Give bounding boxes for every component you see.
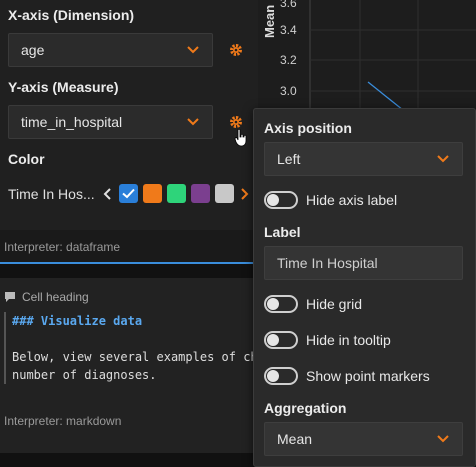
chevron-left-icon[interactable] (103, 187, 113, 201)
color-series-name: Time In Hos... (8, 185, 95, 202)
color-label: Color (8, 151, 45, 167)
hide-tooltip-row: Hide in tooltip (264, 331, 391, 349)
swatch[interactable] (191, 184, 210, 203)
chevron-down-icon (187, 46, 199, 54)
series-line (367, 81, 404, 111)
color-picker-row: Time In Hos... (8, 184, 249, 203)
code-line: number of diagnoses. (12, 368, 157, 382)
x-axis-gear-icon[interactable] (229, 43, 243, 57)
axis-position-value: Left (277, 151, 301, 167)
check-icon (122, 188, 135, 199)
markdown-editor[interactable]: ### Visualize data Below, view several e… (4, 312, 258, 384)
swatch-selected[interactable] (119, 184, 138, 203)
pointer-cursor-icon (234, 129, 247, 147)
hide-grid-row: Hide grid (264, 295, 362, 313)
chart-y-label: Mean (262, 4, 277, 38)
x-axis-label: X-axis (Dimension) (8, 7, 135, 23)
hide-axis-label-toggle[interactable] (264, 191, 298, 209)
code-heading: ### Visualize data (12, 314, 143, 328)
axis-position-label: Axis position (264, 120, 352, 136)
y-axis-value: time_in_hospital (21, 114, 123, 130)
swatch[interactable] (167, 184, 186, 203)
hide-axis-label-text: Hide axis label (306, 192, 398, 208)
interpreter-markdown: Interpreter: markdown (4, 414, 122, 428)
hide-grid-text: Hide grid (306, 296, 363, 312)
y-axis-gear-icon[interactable] (229, 115, 243, 129)
chevron-right-icon[interactable] (239, 187, 249, 201)
y-axis-label: Y-axis (Measure) (8, 79, 119, 95)
y-tick: 3.0 (280, 84, 297, 98)
label-input-value: Time In Hospital (277, 255, 378, 271)
y-axis-select[interactable]: time_in_hospital (8, 105, 213, 139)
hide-tooltip-toggle[interactable] (264, 331, 298, 349)
hide-tooltip-text: Hide in tooltip (306, 332, 391, 348)
axis-position-select[interactable]: Left (264, 142, 463, 176)
show-markers-text: Show point markers (306, 368, 430, 384)
x-axis-select[interactable]: age (8, 33, 213, 67)
cell-heading-row: Cell heading (4, 290, 89, 304)
show-markers-toggle[interactable] (264, 367, 298, 385)
y-tick: 3.4 (280, 23, 297, 37)
code-line: Below, view several examples of ch (12, 350, 258, 364)
y-tick: 3.2 (280, 53, 297, 67)
aggregation-label: Aggregation (264, 400, 347, 416)
label-label: Label (264, 224, 301, 240)
aggregation-select[interactable]: Mean (264, 422, 463, 456)
hide-grid-toggle[interactable] (264, 295, 298, 313)
swatch[interactable] (143, 184, 162, 203)
chevron-down-icon (187, 118, 199, 126)
y-tick: 3.6 (280, 0, 297, 10)
chevron-down-icon (437, 155, 449, 163)
interpreter-dataframe: Interpreter: dataframe (4, 240, 121, 254)
chevron-down-icon (437, 435, 449, 443)
comment-icon (5, 292, 15, 302)
show-markers-row: Show point markers (264, 367, 430, 385)
x-axis-value: age (21, 42, 45, 58)
aggregation-value: Mean (277, 431, 313, 447)
axis-settings-popover: Axis position Left Hide axis label Label… (253, 108, 476, 467)
label-input[interactable]: Time In Hospital (264, 246, 463, 280)
hide-axis-label-row: Hide axis label (264, 191, 397, 209)
swatch[interactable] (215, 184, 234, 203)
cell-heading: Cell heading (22, 290, 89, 304)
